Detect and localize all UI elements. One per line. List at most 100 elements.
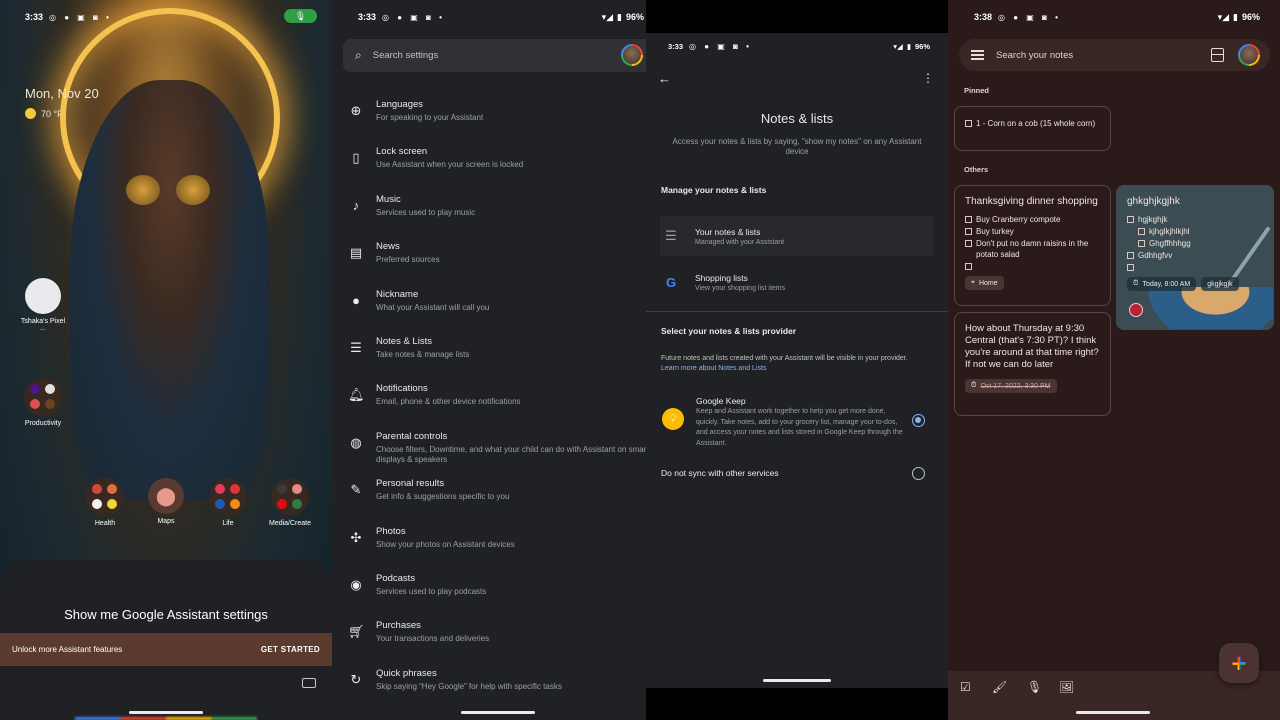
notification-icons: ◎ ● ▣ ◙ •: [689, 42, 752, 51]
keep-radio-button[interactable]: [912, 414, 925, 427]
weather-widget[interactable]: 70 °F: [25, 108, 63, 119]
checkbox-icon[interactable]: [965, 228, 972, 235]
list-icon: ☰: [350, 339, 362, 355]
person-icon: ●: [352, 292, 360, 308]
keep-option-title[interactable]: Google Keep: [696, 396, 746, 406]
item-subtitle: Skip saying “Hey Google” for help with s…: [376, 681, 562, 691]
back-arrow-icon[interactable]: ←: [658, 71, 671, 86]
checkbox-icon[interactable]: [1138, 228, 1145, 235]
status-bar: 3:33 ◎ ● ▣ ◙ • ▾◢ ▮ 96%: [358, 10, 644, 24]
item-subtitle: Your transactions and deliveries: [376, 634, 490, 644]
checklist-item[interactable]: Buy turkey: [965, 226, 1100, 237]
brush-icon[interactable]: 🖌︎: [992, 680, 1007, 694]
checkbox-icon[interactable]: [965, 263, 972, 270]
contact-shortcut[interactable]: Tshaka's Pixel ...: [18, 278, 68, 332]
settings-item-purchases[interactable]: 🛒︎ Purchases Your transactions and deliv…: [332, 614, 664, 661]
checklist-item[interactable]: Don't put no damn raisins in the potato …: [965, 238, 1100, 260]
checkbox-icon[interactable]: [965, 120, 972, 127]
date-widget[interactable]: Mon, Nov 20: [25, 86, 99, 101]
reminder-chip[interactable]: ⏰︎ Today, 8:00 AM: [1127, 277, 1197, 291]
app-maps[interactable]: ⬤ Maps: [146, 478, 186, 525]
checklist-text: Don't put no damn raisins in the potato …: [976, 239, 1089, 259]
checkbox-icon[interactable]: [1127, 216, 1134, 223]
checklist-subitem[interactable]: Ghgffhhhgg: [1127, 238, 1263, 249]
new-note-fab[interactable]: +: [1219, 643, 1259, 683]
keyboard-icon[interactable]: [302, 678, 316, 688]
checklist-subitem[interactable]: kjhglkjhlkjhl: [1127, 226, 1263, 237]
alarm-clock-icon: ⏰︎: [1133, 280, 1139, 287]
checkbox-icon[interactable]: [965, 240, 972, 247]
checklist-text: Buy turkey: [976, 227, 1014, 236]
nav-handle[interactable]: [763, 679, 831, 682]
account-avatar[interactable]: [621, 44, 643, 66]
checklist-item[interactable]: 1 - Corn on a cob (15 whole corn): [965, 118, 1100, 129]
page-title: Notes & lists: [760, 111, 834, 126]
assistant-banner[interactable]: Unlock more Assistant features GET START…: [0, 633, 332, 666]
nav-handle[interactable]: [129, 711, 203, 714]
pinned-label: Pinned: [964, 86, 990, 95]
google-keep-bulb-icon: 💡︎: [662, 408, 684, 430]
note-card-ghk[interactable]: ghkghjkgjhk hgjkghjk kjhglkjhlkjhl Ghgff…: [1116, 185, 1274, 330]
wallpaper-eye-left: [126, 175, 160, 205]
get-started-button[interactable]: GET STARTED: [261, 645, 320, 654]
google-g-icon: G: [665, 274, 677, 290]
menu-icon[interactable]: [971, 48, 984, 63]
checkbox-icon[interactable]: [1127, 264, 1134, 271]
settings-item-nickname[interactable]: ● Nickname What your Assistant will call…: [332, 283, 664, 330]
more-options-icon[interactable]: ⋮: [922, 71, 934, 85]
folder-health[interactable]: Health: [85, 478, 125, 527]
folder-icon: [24, 378, 62, 416]
folder-label: Health: [94, 520, 116, 527]
settings-item-music[interactable]: ♪ Music Services used to play music: [332, 188, 664, 235]
collaborator-avatar[interactable]: [1129, 303, 1143, 317]
label-chip[interactable]: gkgjkgjk: [1201, 277, 1239, 291]
settings-item-news[interactable]: ▤ News Preferred sources: [332, 235, 664, 282]
no-sync-option[interactable]: Do not sync with other services: [661, 468, 779, 478]
notes-lists-content: 3:33 ◎ ● ▣ ◙ • ▾◢ ▮ 96% ← ⋮ Notes & list…: [646, 33, 948, 688]
settings-item-podcasts[interactable]: ◉ Podcasts Services used to play podcast…: [332, 567, 664, 614]
settings-item-photos[interactable]: ✣ Photos Show your photos on Assistant d…: [332, 520, 664, 567]
folder-productivity[interactable]: Productivity: [18, 378, 68, 427]
note-card-thursday[interactable]: How about Thursday at 9:30 Central (that…: [954, 312, 1111, 416]
account-avatar[interactable]: [1238, 44, 1260, 66]
microphone-icon[interactable]: 🎙︎: [1027, 680, 1042, 694]
reminder-chip[interactable]: ⏰︎ Oct 17, 2022, 3:30 PM: [965, 379, 1057, 393]
settings-item-personal-results[interactable]: ✎ Personal results Get info & suggestion…: [332, 472, 664, 519]
nav-handle[interactable]: [461, 711, 535, 714]
note-card-pinned[interactable]: 1 - Corn on a cob (15 whole corn): [954, 106, 1111, 151]
settings-item-notes-lists[interactable]: ☰ Notes & Lists Take notes & manage list…: [332, 330, 664, 377]
settings-item-quick-phrases[interactable]: ↻ Quick phrases Skip saying “Hey Google”…: [332, 662, 664, 709]
your-notes-lists-item[interactable]: ☰ Your notes & lists Managed with your A…: [660, 216, 934, 256]
checklist-text: Gdhhgfvv: [1138, 251, 1173, 260]
search-settings-input[interactable]: ⌕ Search settings: [343, 39, 655, 72]
item-title: Nickname: [376, 288, 419, 300]
note-card-thanksgiving[interactable]: Thanksgiving dinner shopping Buy Cranber…: [954, 185, 1111, 306]
no-sync-radio-button[interactable]: [912, 467, 925, 480]
learn-more-link[interactable]: Learn more about Notes and Lists: [661, 365, 766, 372]
nav-handle[interactable]: [1076, 711, 1150, 714]
folder-label: Productivity: [24, 420, 62, 427]
new-list-checkbox-icon[interactable]: ☑: [960, 680, 971, 694]
checklist-item[interactable]: hgjkghjk: [1127, 214, 1263, 225]
folder-media-create[interactable]: Media/Create: [265, 478, 315, 527]
battery-icon: ▮: [1233, 11, 1238, 22]
checklist-item[interactable]: Buy Cranberry compote: [965, 214, 1100, 225]
checkbox-icon[interactable]: [1127, 252, 1134, 259]
settings-item-languages[interactable]: ⊕ Languages For speaking to your Assista…: [332, 93, 664, 140]
grid-view-icon[interactable]: [1211, 48, 1224, 62]
folder-icon: [86, 478, 124, 516]
shopping-lists-item[interactable]: G Shopping lists View your shopping list…: [660, 262, 934, 302]
settings-item-parental-controls[interactable]: ◍ Parental controls Choose filters, Down…: [332, 425, 664, 472]
checklist-item[interactable]: [1127, 262, 1263, 271]
checklist-item[interactable]: Gdhhgfvv: [1127, 250, 1263, 261]
folder-life[interactable]: Life: [208, 478, 248, 527]
settings-item-lock-screen[interactable]: ▯ Lock screen Use Assistant when your sc…: [332, 140, 664, 187]
checkbox-icon[interactable]: [965, 216, 972, 223]
image-icon[interactable]: 🖼︎: [1059, 680, 1074, 694]
manage-heading: Manage your notes & lists: [661, 185, 767, 195]
quick-phrases-icon: ↻: [350, 671, 362, 687]
label-chip[interactable]: ⌖ Home: [965, 276, 1004, 290]
settings-item-notifications[interactable]: 🔔︎ Notifications Email, phone & other de…: [332, 377, 664, 424]
checklist-item[interactable]: [965, 261, 1100, 270]
checkbox-icon[interactable]: [1138, 240, 1145, 247]
